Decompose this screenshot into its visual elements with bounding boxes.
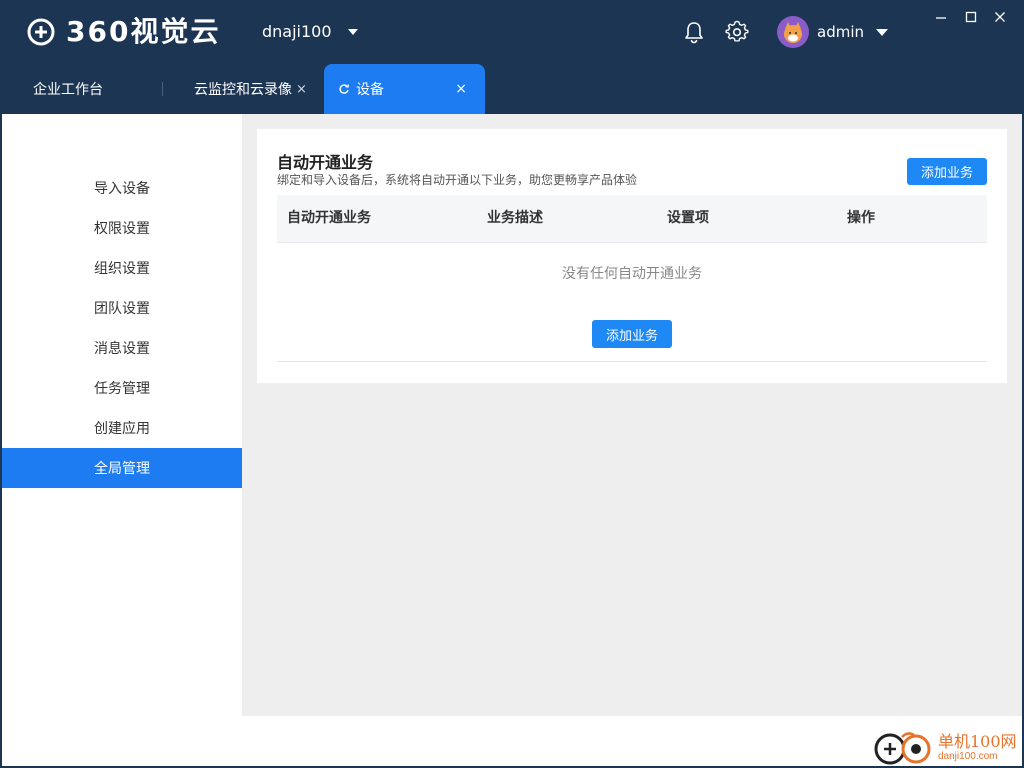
main-panel: 自动开通业务 绑定和导入设备后，系统将自动开通以下业务，助您更畅享产品体验 添加…: [242, 114, 1022, 716]
caret-down-icon: [876, 28, 888, 36]
tab-bar: 企业工作台 云监控和云录像 × 设备 ×: [0, 64, 1024, 114]
table-header: 自动开通业务 业务描述 设置项 操作: [277, 195, 987, 243]
tab-label: 云监控和云录像: [194, 82, 292, 98]
watermark-text: 单机100网 danji100.com: [938, 733, 1017, 763]
tab-divider: [162, 82, 163, 96]
bell-icon[interactable]: [683, 20, 705, 44]
tab-devices[interactable]: 设备 ×: [324, 64, 485, 114]
column-header-actions: 操作: [847, 210, 875, 226]
logo-text: 360视觉云: [66, 15, 221, 48]
add-service-button[interactable]: 添加业务: [907, 158, 987, 185]
gear-icon[interactable]: [725, 20, 749, 44]
sidebar-item-team[interactable]: 团队设置: [2, 288, 242, 328]
sidebar-item-create-app[interactable]: 创建应用: [2, 408, 242, 448]
watermark-en: danji100.com: [938, 751, 998, 762]
sidebar-item-label: 任务管理: [94, 381, 150, 397]
close-icon[interactable]: ×: [296, 82, 307, 97]
content-area: 导入设备 权限设置 组织设置 团队设置 消息设置 任务管理 创建应用 全局管理 …: [2, 114, 1022, 766]
sidebar-item-label: 全局管理: [94, 461, 150, 477]
avatar-icon: [777, 16, 809, 48]
sidebar: 导入设备 权限设置 组织设置 团队设置 消息设置 任务管理 创建应用 全局管理: [2, 114, 242, 766]
sidebar-item-tasks[interactable]: 任务管理: [2, 368, 242, 408]
column-header-service: 自动开通业务: [287, 210, 371, 226]
close-icon[interactable]: [993, 10, 1007, 24]
auto-service-card: 自动开通业务 绑定和导入设备后，系统将自动开通以下业务，助您更畅享产品体验 添加…: [257, 129, 1007, 383]
app-logo: 360视觉云: [26, 16, 220, 48]
sidebar-item-label: 权限设置: [94, 221, 150, 237]
refresh-icon: [339, 84, 349, 94]
page-title: 自动开通业务: [277, 153, 374, 172]
sidebar-item-label: 创建应用: [94, 421, 150, 437]
close-icon[interactable]: ×: [455, 81, 467, 97]
empty-add-service-button[interactable]: 添加业务: [592, 320, 672, 348]
column-header-settings: 设置项: [667, 210, 709, 226]
account-name: dnaji100: [262, 22, 332, 41]
sidebar-item-label: 导入设备: [94, 181, 150, 197]
watermark: 单机100网 danji100.com: [872, 728, 1024, 768]
tab-enterprise-workbench[interactable]: 企业工作台: [33, 64, 103, 114]
tab-cloud-monitoring[interactable]: 云监控和云录像 ×: [194, 64, 307, 114]
minimize-icon[interactable]: [934, 10, 948, 24]
column-header-description: 业务描述: [487, 210, 543, 226]
user-name: admin: [817, 23, 864, 41]
page-subtitle: 绑定和导入设备后，系统将自动开通以下业务，助您更畅享产品体验: [277, 173, 638, 187]
sidebar-item-import-devices[interactable]: 导入设备: [2, 168, 242, 208]
empty-state-text: 没有任何自动开通业务: [562, 266, 702, 282]
sidebar-item-global-management[interactable]: 全局管理: [2, 448, 242, 488]
watermark-cn: 单机100网: [938, 732, 1017, 751]
watermark-logo-icon: [874, 732, 931, 765]
sidebar-item-permissions[interactable]: 权限设置: [2, 208, 242, 248]
sidebar-item-label: 组织设置: [94, 261, 150, 277]
tab-label: 设备: [356, 82, 384, 98]
sidebar-item-organization[interactable]: 组织设置: [2, 248, 242, 288]
tab-label: 企业工作台: [33, 82, 103, 98]
caret-down-icon: [347, 29, 358, 35]
user-menu[interactable]: admin: [777, 16, 888, 48]
account-switcher[interactable]: dnaji100: [262, 20, 358, 44]
sidebar-item-label: 团队设置: [94, 301, 150, 317]
top-bar: 360视觉云 dnaji100 admin: [0, 0, 1024, 64]
maximize-icon[interactable]: [964, 10, 978, 24]
logo-icon: [27, 18, 55, 46]
divider: [277, 361, 987, 362]
sidebar-item-label: 消息设置: [94, 341, 150, 357]
sidebar-item-messages[interactable]: 消息设置: [2, 328, 242, 368]
